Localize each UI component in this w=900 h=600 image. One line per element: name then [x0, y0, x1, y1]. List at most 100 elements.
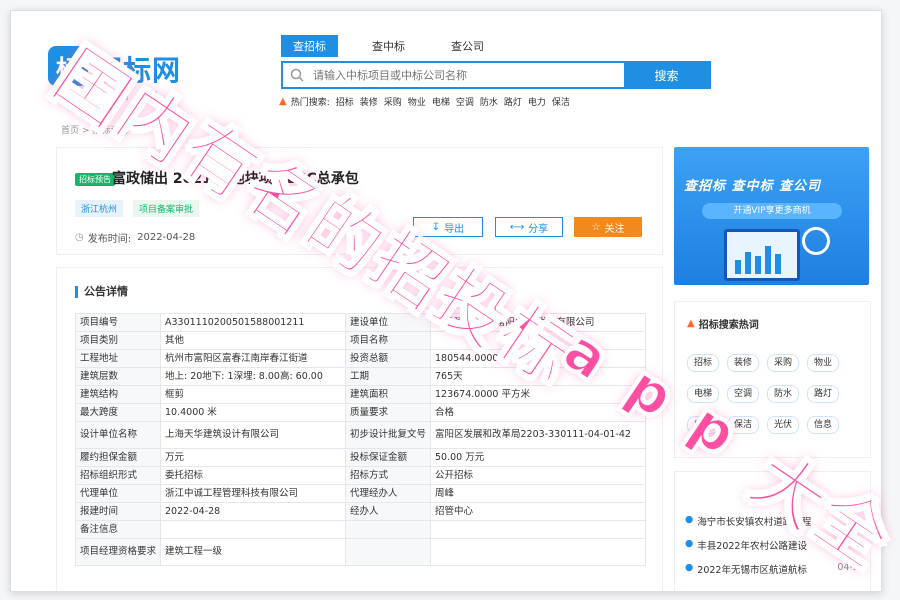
tab-search-award[interactable]: 查中标 [360, 35, 417, 57]
news-title: 海宁市长安镇农村道路工程 [697, 517, 812, 528]
hot-chips: 招标 装修 采购 物业电梯 空调 防水 路灯电力 保洁 光伏 信息 [687, 350, 867, 443]
table-row: 最大跨度 10.4000 米质量要求 合格 [75, 403, 646, 422]
notice-detail: 公告详情 项目编号 A3301110200501588001211 建设单位 中铁建工… [56, 267, 663, 591]
table-key-cell: 质量要求 [345, 403, 431, 422]
logo-badge[interactable]: 标 [48, 46, 88, 86]
table-row: 报建时间 2022-04-28 经办人 招管中心 [75, 502, 646, 521]
table-value-cell: 中铁建工(杭州富阳)建设发展有限公司 [430, 313, 646, 332]
list-item[interactable]: ● 丰县2022年农村公路建设 04-29 [685, 538, 865, 552]
table-key-cell: 报建时间 [75, 502, 161, 521]
hot-search-row: ▲ 热门搜索: 招标 装修 采购 物业 电梯 空调 防水 路灯 电力 保洁 [279, 95, 570, 108]
bullet-icon: ● [685, 562, 694, 573]
table-value-cell: 招管中心 [430, 502, 646, 521]
hot-search-title: ▲ 招标搜索热词 [687, 316, 759, 331]
magnifier-icon [802, 227, 830, 255]
table-key-cell: 项目经理资格要求 [75, 538, 161, 566]
bullet-icon: ● [685, 514, 694, 525]
hot-word[interactable]: 电梯 [432, 95, 450, 108]
news-title: 丰县2022年农村公路建设 [697, 541, 807, 552]
detail-table: 项目编号 A3301110200501588001211 建设单位 中铁建工(杭州富阳… [75, 313, 646, 566]
table-key-cell: 设计单位名称 [75, 421, 161, 449]
table-row: 履约担保金额 万元 投标保证金额 50.00 万元 [75, 448, 646, 467]
vip-button[interactable]: 开通VIP享更多商机 [702, 203, 842, 219]
table-key-cell: 经办人 [345, 502, 431, 521]
hot-word[interactable]: 防水 [480, 95, 498, 108]
table-key-cell: 项目类别 [75, 331, 161, 350]
list-item[interactable]: ● 海宁市长安镇农村道路工程 [685, 514, 865, 528]
table-row: 建筑层数 地上: 20地下: 1深埋: 8.00高: 60.00 工期 765天 [75, 367, 646, 386]
hot-chip[interactable]: 光伏 [767, 416, 799, 434]
list-item[interactable]: ● 2022年无锡市区航道航标 04-29 [685, 562, 865, 576]
news-date: 04-29 [837, 562, 865, 573]
new-tag-badge: 招标预告 [75, 173, 115, 186]
hot-word[interactable]: 招标 [336, 95, 354, 108]
chart-bar-icon [745, 252, 751, 274]
hot-word[interactable]: 采购 [384, 95, 402, 108]
export-button[interactable]: ↧ 导出 [413, 217, 483, 237]
table-key-cell: 招标组织形式 [75, 466, 161, 485]
hot-chip[interactable]: 物业 [807, 354, 839, 372]
table-row: 招标组织形式 委托招标 招标方式 公开招标 [75, 466, 646, 485]
table-key-cell: 工程地址 [75, 349, 161, 368]
table-value-cell: 周峰 [430, 484, 646, 503]
hot-chip[interactable]: 电梯 [687, 385, 719, 403]
hot-chip[interactable]: 招标 [687, 354, 719, 372]
table-key-cell: 初步设计批复文号 [345, 421, 431, 449]
share-icon: ⟷ [509, 221, 525, 233]
table-row: 项目经理资格要求 建筑工程一级 [75, 538, 646, 566]
download-icon: ↧ [431, 221, 441, 233]
breadcrumb[interactable]: 首页 > 招标详情 [61, 123, 128, 136]
hot-word[interactable]: 保洁 [552, 95, 570, 108]
hot-chip[interactable]: 信息 [807, 416, 839, 434]
tab-search-tender[interactable]: 查招标 [281, 35, 338, 57]
chart-bar-icon [755, 256, 761, 274]
hot-search-title-text: 招标搜索热词 [698, 320, 759, 331]
table-value-cell [430, 331, 646, 350]
table-value-cell: 50.00 万元 [430, 448, 646, 467]
table-row: 项目类别 其他 项目名称 [75, 331, 646, 350]
hot-chip[interactable]: 采购 [767, 354, 799, 372]
hot-chip[interactable]: 空调 [727, 385, 759, 403]
hot-word[interactable]: 电力 [528, 95, 546, 108]
table-key-cell: 建筑层数 [75, 367, 161, 386]
table-key-cell: 代理经办人 [345, 484, 431, 503]
table-value-cell: 框剪 [160, 385, 346, 404]
tab-search-company[interactable]: 查公司 [439, 35, 496, 57]
hot-word[interactable]: 空调 [456, 95, 474, 108]
hot-label: 热门搜索: [290, 98, 330, 108]
search-button[interactable]: 搜索 [624, 63, 709, 87]
share-button[interactable]: ⟷ 分享 [495, 217, 563, 237]
chart-bar-icon [775, 254, 781, 274]
hot-word[interactable]: 物业 [408, 95, 426, 108]
table-value-cell: 富阳区发展和改革局2203-330111-04-01-42 [430, 421, 646, 449]
hot-chip[interactable]: 防水 [767, 385, 799, 403]
follow-button[interactable]: ☆ 关注 [574, 217, 642, 237]
monitor-illustration [724, 229, 800, 281]
hot-chip[interactable]: 保洁 [727, 416, 759, 434]
hot-word[interactable]: 路灯 [504, 95, 522, 108]
table-row: 备注信息 [75, 520, 646, 539]
table-value-cell: 10.4000 米 [160, 403, 346, 422]
hot-chip[interactable]: 路灯 [807, 385, 839, 403]
region-tag[interactable]: 浙江杭州 [75, 200, 124, 217]
table-key-cell: 投资总额 [345, 349, 431, 368]
table-value-cell: 123674.0000 平方米 [430, 385, 646, 404]
type-tag[interactable]: 项目备案审批 [133, 200, 200, 217]
project-card: 招标预告 富政储出 2021 号地块项目EPC总承包 浙江杭州 项目备案审批 ◷… [56, 147, 663, 255]
banner-title: 查招标 查中标 查公司 [684, 179, 822, 194]
table-key-cell: 最大跨度 [75, 403, 161, 422]
hot-chip[interactable]: 装修 [727, 354, 759, 372]
search-input[interactable] [311, 63, 624, 87]
promo-banner[interactable]: 查招标 查中标 查公司 开通VIP享更多商机 [674, 147, 869, 285]
logo-text[interactable]: 招标网 [94, 49, 181, 89]
hot-word[interactable]: 装修 [360, 95, 378, 108]
table-key-cell: 招标方式 [345, 466, 431, 485]
news-list: ● 海宁市长安镇农村道路工程 ● 丰县2022年农村公路建设 04-29 ● 2… [674, 471, 871, 591]
share-label: 分享 [528, 223, 549, 235]
publish-date: 2022-04-28 [137, 232, 196, 243]
table-value-cell: 公开招标 [430, 466, 646, 485]
table-value-cell: 其他 [160, 331, 346, 350]
hot-chip[interactable]: 电力 [687, 416, 719, 434]
search-box: 搜索 [281, 61, 711, 89]
table-key-cell: 建筑结构 [75, 385, 161, 404]
